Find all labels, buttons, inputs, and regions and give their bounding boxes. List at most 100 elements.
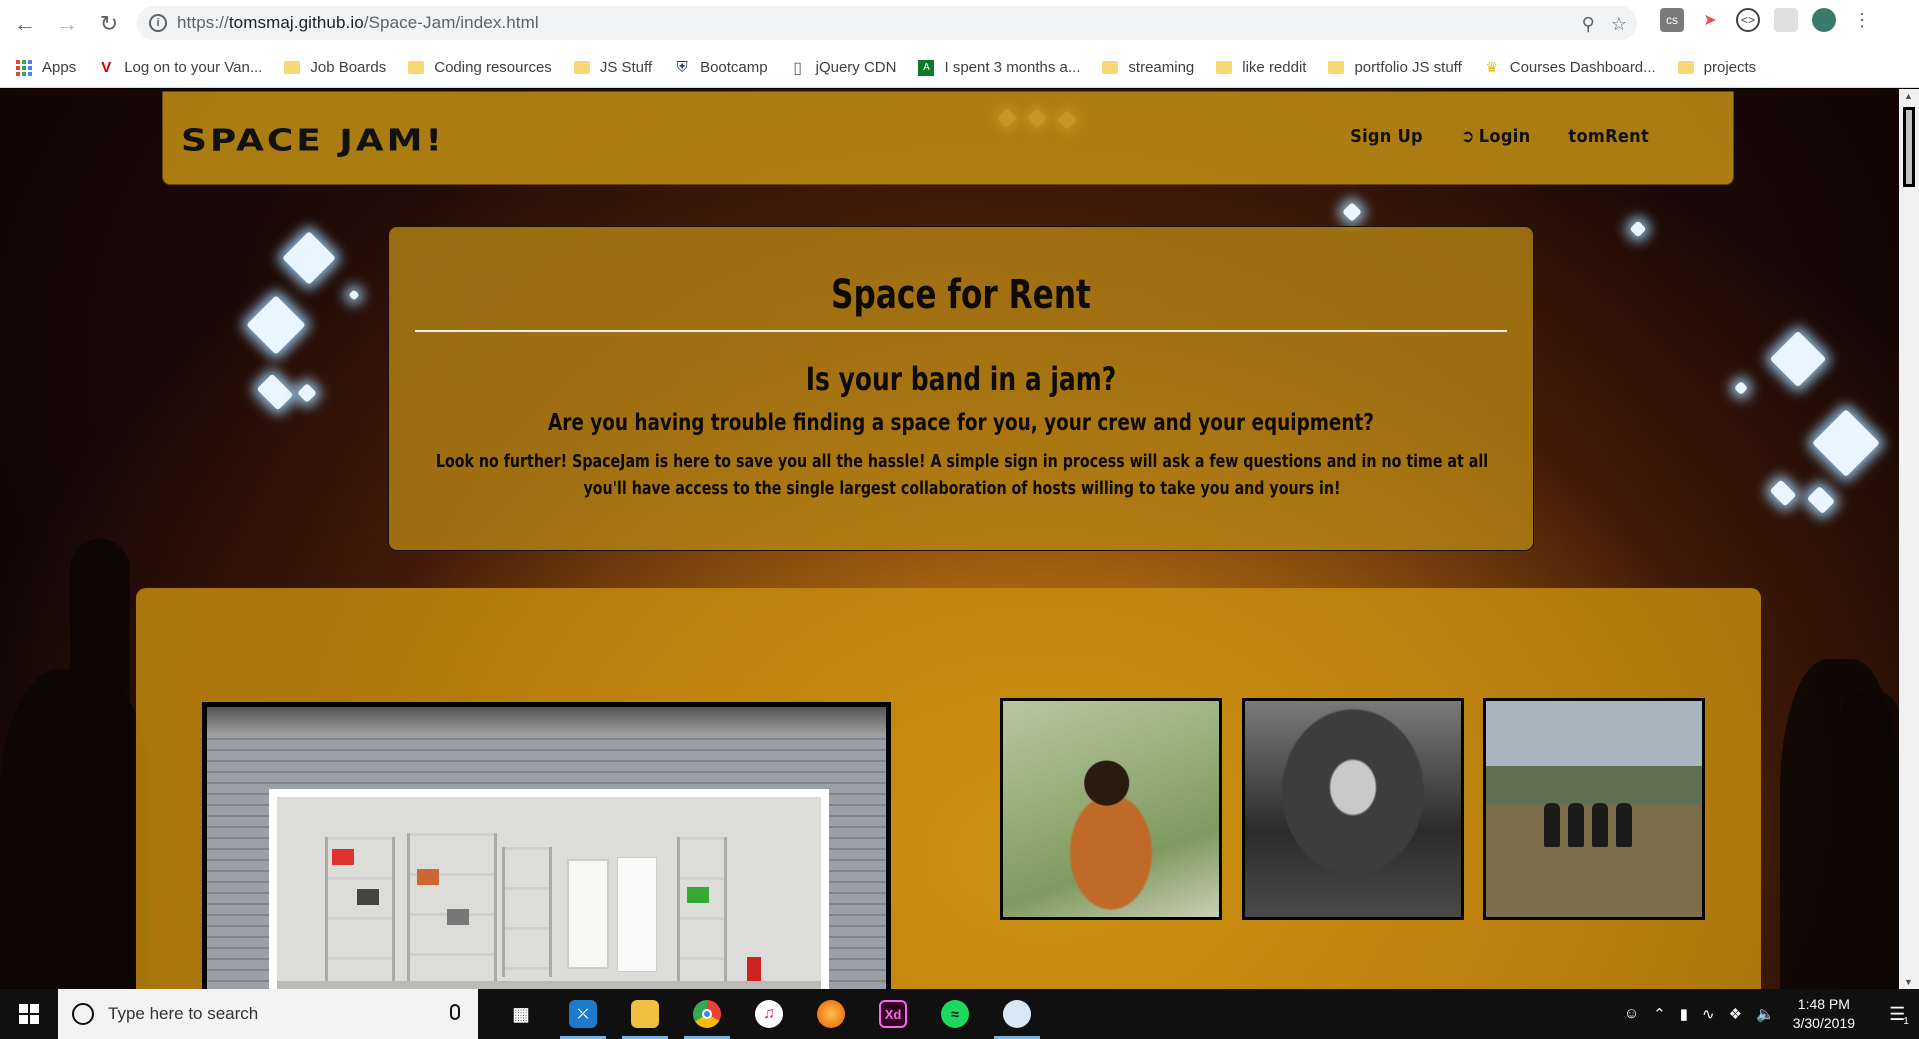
task-view-button[interactable]: ▦ <box>490 989 552 1039</box>
apps-grid-icon <box>16 59 32 76</box>
bookmark-item[interactable]: ♛ Courses Dashboard... <box>1484 59 1655 76</box>
battery-icon[interactable]: ▮ <box>1680 1005 1688 1023</box>
bookmark-item[interactable]: ▯ jQuery CDN <box>790 59 896 77</box>
bookmark-label: JS Stuff <box>599 59 653 76</box>
firefox-button[interactable] <box>800 989 862 1039</box>
vanguard-v-icon: V <box>101 59 112 76</box>
bookmark-item[interactable]: streaming <box>1102 59 1194 76</box>
key-icon[interactable]: ⚲ <box>1582 14 1595 35</box>
stage-light <box>1342 202 1362 222</box>
login-link[interactable]: ➲ Login <box>1461 126 1531 147</box>
blank-extension-icon[interactable] <box>1774 8 1798 32</box>
stage-light <box>1769 330 1827 388</box>
stage-light <box>1629 220 1647 238</box>
bookmark-label: Coding resources <box>434 59 552 76</box>
bookmark-item[interactable]: like reddit <box>1216 59 1306 76</box>
profile-avatar-icon[interactable] <box>1812 8 1836 32</box>
stage-light <box>1733 380 1749 396</box>
bookmark-item[interactable]: Coding resources <box>408 59 552 76</box>
stage-light <box>246 295 306 355</box>
music-note-icon: ♫ <box>755 1000 783 1028</box>
volume-icon[interactable]: 🔈 <box>1756 1005 1775 1023</box>
stage-light <box>297 383 317 403</box>
musician-photo-1[interactable] <box>1000 698 1222 920</box>
spotify-button[interactable]: ≈ <box>924 989 986 1039</box>
folder-icon <box>1102 60 1119 76</box>
bookmarks-bar: Apps V Log on to your Van... Job Boards Codi… <box>0 48 1919 88</box>
cs-extension-icon[interactable]: cs <box>1660 8 1684 32</box>
notification-count: 1 <box>1903 1015 1909 1027</box>
nav-links: Sign Up ➲ Login tomRent <box>1350 126 1649 147</box>
bookmark-label: portfolio JS stuff <box>1354 59 1462 76</box>
band-photo[interactable] <box>1483 698 1705 920</box>
bookmark-label: projects <box>1703 59 1757 76</box>
reload-icon[interactable]: ↻ <box>92 7 126 41</box>
vscode-button[interactable]: ⤫ <box>552 989 614 1039</box>
bookmark-item[interactable]: projects <box>1677 59 1757 76</box>
start-button[interactable] <box>0 989 58 1039</box>
bookmark-item[interactable]: portfolio JS stuff <box>1328 59 1462 76</box>
chrome-button[interactable] <box>676 989 738 1039</box>
action-center-button[interactable]: ☰ 1 <box>1879 989 1919 1039</box>
signup-link[interactable]: Sign Up <box>1350 126 1423 147</box>
hero-divider <box>415 330 1507 332</box>
url-text: https://tomsmaj.github.io/Space-Jam/inde… <box>177 13 539 32</box>
hero-subheading: Are you having trouble finding a space f… <box>548 410 1374 436</box>
crowd-silhouette <box>70 539 130 989</box>
bookmark-item[interactable]: Apps <box>16 59 76 76</box>
adobe-xd-button[interactable]: Xd <box>862 989 924 1039</box>
bookmark-item[interactable]: ⛨ Bootcamp <box>674 59 768 76</box>
taskbar-search[interactable]: Type here to search <box>58 989 478 1039</box>
browser-toolbar: ← → ↻ i https://tomsmaj.github.io/Space-… <box>0 0 1919 48</box>
brand-logo[interactable]: SPACE JAM! <box>181 123 445 158</box>
page-scrollbar[interactable]: ▲ ▼ <box>1899 89 1919 989</box>
search-placeholder: Type here to search <box>108 1004 259 1023</box>
hero-title: Space for Rent <box>831 272 1091 318</box>
folder-icon <box>1677 60 1694 76</box>
chevron-up-icon[interactable]: ⌃ <box>1653 1005 1666 1023</box>
spotify-icon: ≈ <box>941 1000 969 1028</box>
arrow-extension-icon[interactable]: ➤ <box>1698 8 1722 32</box>
address-bar[interactable]: i https://tomsmaj.github.io/Space-Jam/in… <box>137 6 1637 40</box>
bookmark-label: Bootcamp <box>700 59 768 76</box>
hero-body: Look no further! SpaceJam is here to sav… <box>435 451 1489 499</box>
stage-light <box>1769 479 1797 507</box>
code-extension-icon[interactable]: <> <box>1736 8 1760 32</box>
bookmark-item[interactable]: JS Stuff <box>573 59 653 76</box>
star-bookmark-icon[interactable]: ☆ <box>1611 14 1627 35</box>
system-tray: ☺ ⌃ ▮ ∿ ❖ 🔈 1:48 PM 3/30/2019 ☰ 1 <box>1624 989 1919 1039</box>
gallery-panel <box>136 588 1761 989</box>
paint-button[interactable] <box>986 989 1048 1039</box>
forward-arrow-icon[interactable]: → <box>50 7 84 41</box>
hero-heading: Is your band in a jam? <box>805 360 1117 398</box>
menu-dots-icon[interactable]: ⋮ <box>1850 8 1874 32</box>
info-icon[interactable]: i <box>149 14 167 32</box>
login-icon: ➲ <box>1460 126 1475 147</box>
task-view-icon: ▦ <box>512 1003 530 1024</box>
dropbox-icon[interactable]: ❖ <box>1729 1005 1742 1023</box>
user-link[interactable]: tomRent <box>1568 126 1649 147</box>
folder-icon <box>573 60 590 76</box>
bookmark-label: streaming <box>1128 59 1195 76</box>
wifi-icon[interactable]: ∿ <box>1702 1005 1715 1023</box>
back-arrow-icon[interactable]: ← <box>8 7 42 41</box>
page-viewport: SPACE JAM! Sign Up ➲ Login tomRent Space … <box>0 89 1899 989</box>
bookmark-item[interactable]: A I spent 3 months a... <box>918 59 1080 76</box>
bookmark-item[interactable]: V Log on to your Van... <box>98 59 262 76</box>
microphone-icon[interactable] <box>450 1004 460 1020</box>
bookmark-label: like reddit <box>1242 59 1307 76</box>
clock[interactable]: 1:48 PM 3/30/2019 <box>1793 995 1855 1033</box>
bookmark-item[interactable]: Job Boards <box>284 59 386 76</box>
scrollbar-thumb[interactable] <box>1903 107 1915 187</box>
adobe-xd-icon: Xd <box>879 1000 907 1028</box>
file-explorer-button[interactable] <box>614 989 676 1039</box>
scroll-up-icon[interactable]: ▲ <box>1904 91 1913 101</box>
musician-photo-2[interactable] <box>1242 698 1464 920</box>
scroll-down-icon[interactable]: ▼ <box>1904 977 1913 987</box>
green-a-icon: A <box>918 59 935 76</box>
bookmark-label: I spent 3 months a... <box>944 59 1081 76</box>
cortana-icon <box>72 1003 94 1025</box>
bookmark-label: Job Boards <box>310 59 387 76</box>
people-icon[interactable]: ☺ <box>1624 1005 1639 1023</box>
itunes-button[interactable]: ♫ <box>738 989 800 1039</box>
